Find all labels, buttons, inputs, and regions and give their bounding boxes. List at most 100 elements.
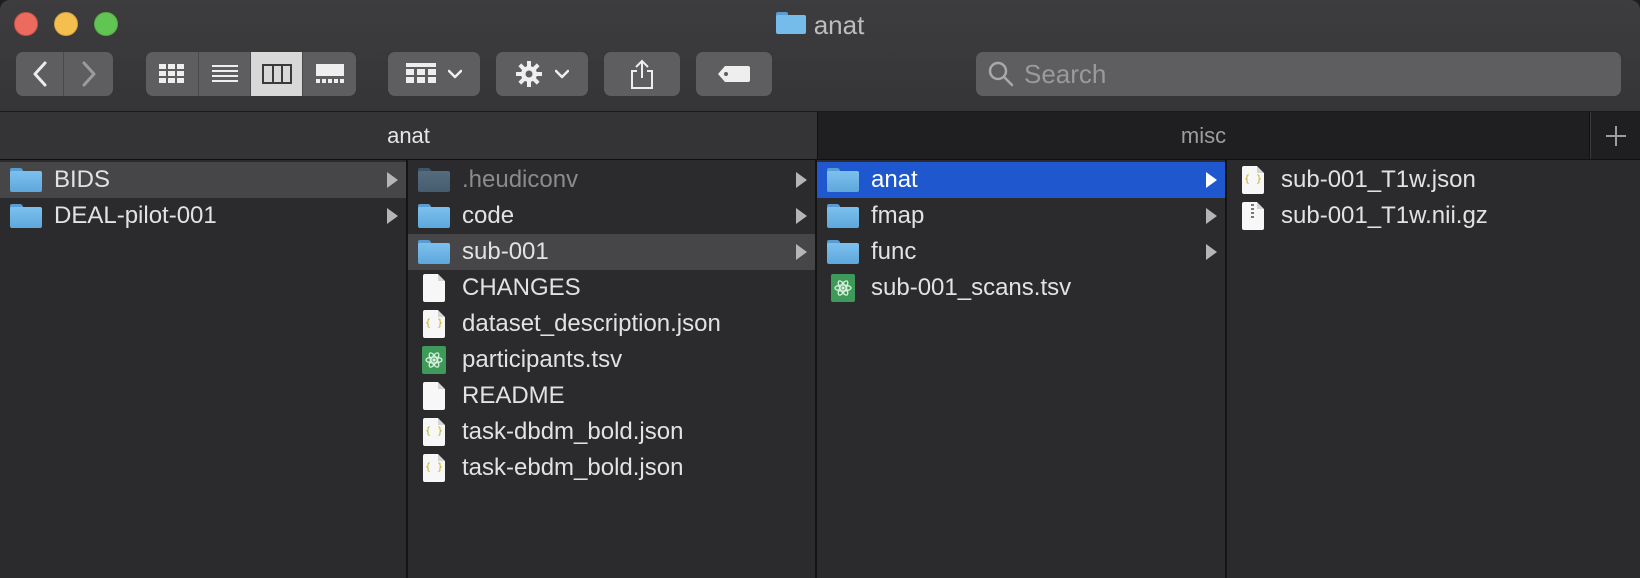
- search-field[interactable]: [976, 52, 1621, 96]
- file-name: sub-001_T1w.json: [1281, 166, 1476, 193]
- folder-icon: [827, 204, 859, 228]
- file-name: participants.tsv: [462, 346, 623, 373]
- tag-icon: [718, 66, 750, 82]
- group-by-group: [388, 52, 480, 96]
- folder-icon: [10, 168, 42, 192]
- action-menu-button[interactable]: [496, 52, 588, 96]
- file-row[interactable]: sub-001_scans.tsv: [817, 270, 1225, 306]
- document-icon: [423, 274, 445, 302]
- back-button[interactable]: [16, 52, 64, 96]
- new-tab-button[interactable]: [1590, 112, 1640, 159]
- browser-column[interactable]: BIDS DEAL-pilot-001: [0, 160, 408, 578]
- gear-icon: [516, 61, 542, 87]
- window-title: anat: [0, 10, 1640, 40]
- file-row[interactable]: func: [817, 234, 1225, 270]
- folder-icon: [827, 168, 859, 192]
- file-name: fmap: [871, 202, 925, 229]
- file-type-icon: [418, 202, 450, 230]
- share-button[interactable]: [604, 52, 680, 96]
- file-row[interactable]: code: [408, 198, 815, 234]
- search-icon: [988, 61, 1014, 87]
- file-row[interactable]: BIDS: [0, 162, 406, 198]
- file-name: task-ebdm_bold.json: [462, 454, 684, 481]
- group-by-button[interactable]: [388, 52, 480, 96]
- file-name: BIDS: [54, 166, 111, 193]
- file-type-icon: [418, 166, 450, 194]
- list-view-button[interactable]: [199, 52, 251, 96]
- disclosure-arrow-icon: [796, 208, 807, 224]
- file-name: code: [462, 202, 515, 229]
- browser-column[interactable]: { } sub-001_T1w.json sub-001_T1w.nii.gz: [1227, 160, 1640, 578]
- file-type-icon: [827, 274, 859, 302]
- file-name: task-dbdm_bold.json: [462, 418, 684, 445]
- disclosure-arrow-icon: [387, 172, 398, 188]
- file-type-icon: { }: [418, 418, 450, 446]
- file-row[interactable]: { } task-dbdm_bold.json: [408, 414, 815, 450]
- disclosure-arrow-icon: [796, 244, 807, 260]
- file-row[interactable]: { } sub-001_T1w.json: [1227, 162, 1640, 198]
- file-type-icon: [827, 202, 859, 230]
- file-row[interactable]: { } task-ebdm_bold.json: [408, 450, 815, 486]
- file-type-icon: [418, 274, 450, 302]
- navigation-group: [16, 52, 113, 96]
- document-icon: [423, 382, 445, 410]
- icon-view-button[interactable]: [146, 52, 199, 96]
- file-type-icon: [827, 238, 859, 266]
- tab-bar: anat misc: [0, 112, 1640, 160]
- search-input[interactable]: [1024, 58, 1584, 90]
- gallery-view-icon: [315, 64, 344, 83]
- file-name: dataset_description.json: [462, 310, 721, 337]
- column-view-icon: [261, 64, 292, 84]
- chevron-right-icon: [82, 61, 95, 87]
- title-toolbar: anat: [0, 0, 1640, 112]
- column-browser: BIDS DEAL-pilot-001 .heudiconv code sub-001…: [0, 160, 1640, 578]
- file-row[interactable]: fmap: [817, 198, 1225, 234]
- disclosure-arrow-icon: [1206, 208, 1217, 224]
- forward-button[interactable]: [64, 52, 113, 96]
- file-row[interactable]: README: [408, 378, 815, 414]
- gallery-view-button[interactable]: [303, 52, 356, 96]
- file-name: .heudiconv: [462, 166, 579, 193]
- file-row[interactable]: anat: [817, 162, 1225, 198]
- plus-icon: [1605, 125, 1626, 146]
- file-type-icon: { }: [1237, 166, 1269, 194]
- file-name: CHANGES: [462, 274, 581, 301]
- file-name: DEAL-pilot-001: [54, 202, 217, 229]
- folder-icon: [827, 240, 859, 264]
- browser-column[interactable]: .heudiconv code sub-001 CHANGES { } dataset_d…: [408, 160, 817, 578]
- file-name: sub-001: [462, 238, 549, 265]
- tab-misc[interactable]: misc: [818, 112, 1590, 159]
- disclosure-arrow-icon: [387, 208, 398, 224]
- archive-file-icon: [1242, 202, 1264, 230]
- file-row[interactable]: { } dataset_description.json: [408, 306, 815, 342]
- browser-column[interactable]: anat fmap func sub-001_scans.tsv: [817, 160, 1227, 578]
- share-icon: [631, 59, 653, 89]
- file-type-icon: [827, 166, 859, 194]
- file-name: func: [871, 238, 917, 265]
- chevron-down-icon: [555, 69, 569, 79]
- file-row[interactable]: CHANGES: [408, 270, 815, 306]
- folder-icon: [775, 10, 806, 41]
- file-row[interactable]: participants.tsv: [408, 342, 815, 378]
- file-row[interactable]: DEAL-pilot-001: [0, 198, 406, 234]
- file-name: anat: [871, 166, 918, 193]
- file-type-icon: { }: [418, 310, 450, 338]
- folder-icon: [10, 204, 42, 228]
- tsv-file-icon: [831, 274, 855, 302]
- file-type-icon: [418, 346, 450, 374]
- action-group: [496, 52, 588, 96]
- file-row[interactable]: .heudiconv: [408, 162, 815, 198]
- share-group: [604, 52, 680, 96]
- chevron-left-icon: [33, 61, 46, 87]
- file-type-icon: [418, 238, 450, 266]
- disclosure-arrow-icon: [796, 172, 807, 188]
- file-row[interactable]: sub-001_T1w.nii.gz: [1227, 198, 1640, 234]
- file-type-icon: [10, 166, 42, 194]
- file-row[interactable]: sub-001: [408, 234, 815, 270]
- tags-button[interactable]: [696, 52, 772, 96]
- column-view-button[interactable]: [251, 52, 303, 96]
- tab-anat[interactable]: anat: [0, 112, 818, 159]
- window-title-text: anat: [813, 9, 865, 40]
- file-type-icon: [10, 202, 42, 230]
- disclosure-arrow-icon: [1206, 172, 1217, 188]
